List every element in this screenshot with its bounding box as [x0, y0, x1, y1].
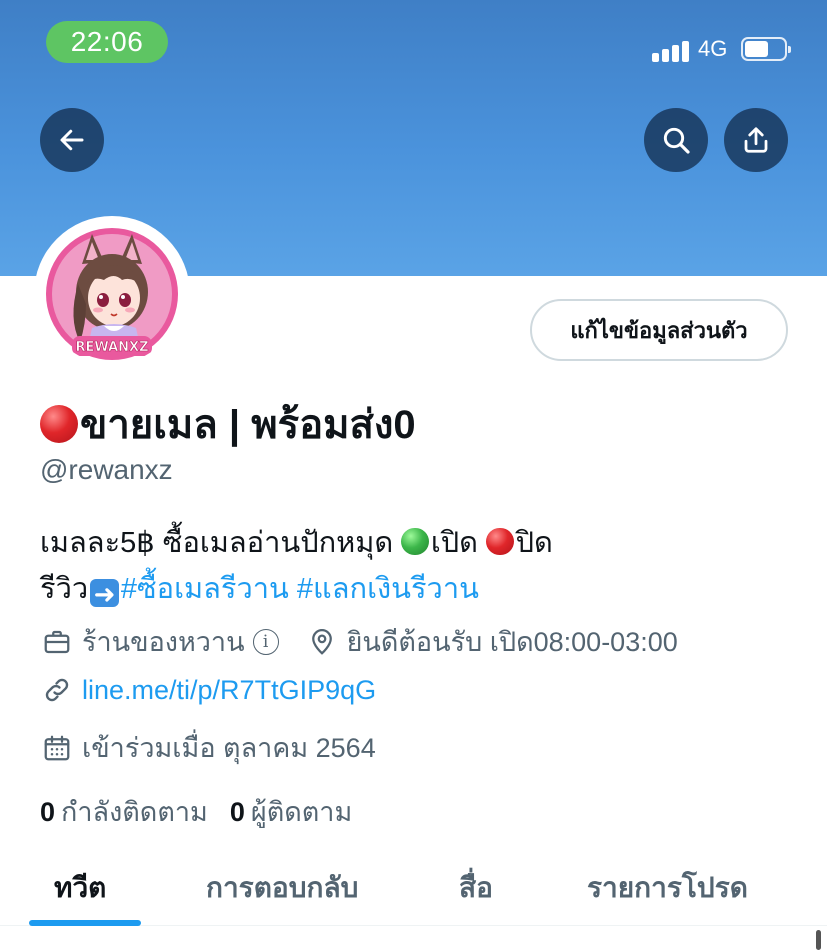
signal-strength-icon [652, 38, 690, 62]
battery-icon [741, 37, 791, 61]
followers-stat[interactable]: 0 ผู้ติดตาม [230, 790, 352, 833]
followers-label: ผู้ติดตาม [250, 797, 353, 827]
bio-open-label: เปิด [430, 527, 487, 559]
profile-joined-date: เข้าร่วมเมื่อ ตุลาคม 2564 [82, 733, 376, 763]
back-button[interactable] [40, 108, 104, 172]
info-icon[interactable]: i [252, 628, 279, 655]
profile-website-row: line.me/ti/p/R7TtGIP9qG [40, 673, 376, 707]
tab-tweets[interactable]: ทวีต [54, 866, 106, 910]
green-circle-icon [401, 527, 429, 556]
profile-bio: เมลละ5฿ ซื้อเมลอ่านปักหมุด เปิด ปิด รีวิ… [40, 520, 800, 612]
scrollbar[interactable] [816, 930, 821, 950]
profile-joined-row: เข้าร่วมเมื่อ ตุลาคม 2564 [40, 726, 376, 769]
active-tab-indicator [29, 920, 141, 926]
hashtag-link[interactable]: #ซื้อเมลรีวาน [121, 573, 289, 605]
calendar-icon [40, 731, 74, 765]
network-type: 4G [698, 36, 728, 61]
status-time: 22:06 [46, 21, 168, 63]
briefcase-icon [40, 625, 74, 659]
following-count: 0 [40, 797, 56, 827]
link-icon [40, 673, 74, 707]
display-name-text: ขายเมล | พร้อมส่ง0 [80, 403, 416, 447]
tab-likes[interactable]: รายการโปรด [587, 866, 748, 910]
tab-replies[interactable]: การตอบกลับ [206, 866, 358, 910]
avatar[interactable]: REWANXZ [34, 216, 190, 372]
edit-profile-button[interactable]: แก้ไขข้อมูลส่วนตัว [530, 299, 788, 361]
profile-category: ร้านของหวาน [82, 627, 245, 657]
avatar-logo-text: REWANXZ [75, 340, 148, 355]
bio-line1-text: เมลละ5฿ ซื้อเมลอ่านปักหมุด [40, 527, 402, 559]
search-button[interactable] [644, 108, 708, 172]
profile-display-name: ขายเมล | พร้อมส่ง0 [40, 392, 416, 456]
avatar-illustration: REWANXZ [42, 224, 182, 364]
arrow-left-icon [60, 129, 84, 151]
profile-handle: @rewanxz [40, 454, 173, 485]
hashtag-link[interactable]: #แลกเงินรีวาน [297, 573, 479, 605]
profile-tabs: ทวีต การตอบกลับ สื่อ รายการโปรด [0, 850, 827, 926]
following-label: กำลังติดตาม [61, 797, 208, 827]
share-icon [744, 127, 768, 153]
search-icon [663, 127, 690, 154]
follow-stats: 0 กำลังติดตาม 0 ผู้ติดตาม [40, 790, 352, 833]
following-stat[interactable]: 0 กำลังติดตาม [40, 790, 208, 833]
tab-media[interactable]: สื่อ [459, 866, 493, 910]
profile-category-location: ร้านของหวาน i ยินดีต้อนรับ เปิด08:00-03:… [40, 620, 678, 663]
location-pin-icon [305, 625, 339, 659]
bio-close-label: ปิด [515, 527, 553, 559]
right-arrow-icon: ➜ [90, 578, 119, 609]
followers-count: 0 [229, 797, 245, 827]
profile-location: ยินดีต้อนรับ เปิด08:00-03:00 [346, 627, 678, 657]
red-circle-icon [486, 527, 514, 556]
bio-line2-prefix: รีวิว [40, 573, 89, 605]
share-button[interactable] [724, 108, 788, 172]
red-circle-icon [40, 404, 78, 443]
profile-website-link[interactable]: line.me/ti/p/R7TtGIP9qG [82, 675, 376, 706]
